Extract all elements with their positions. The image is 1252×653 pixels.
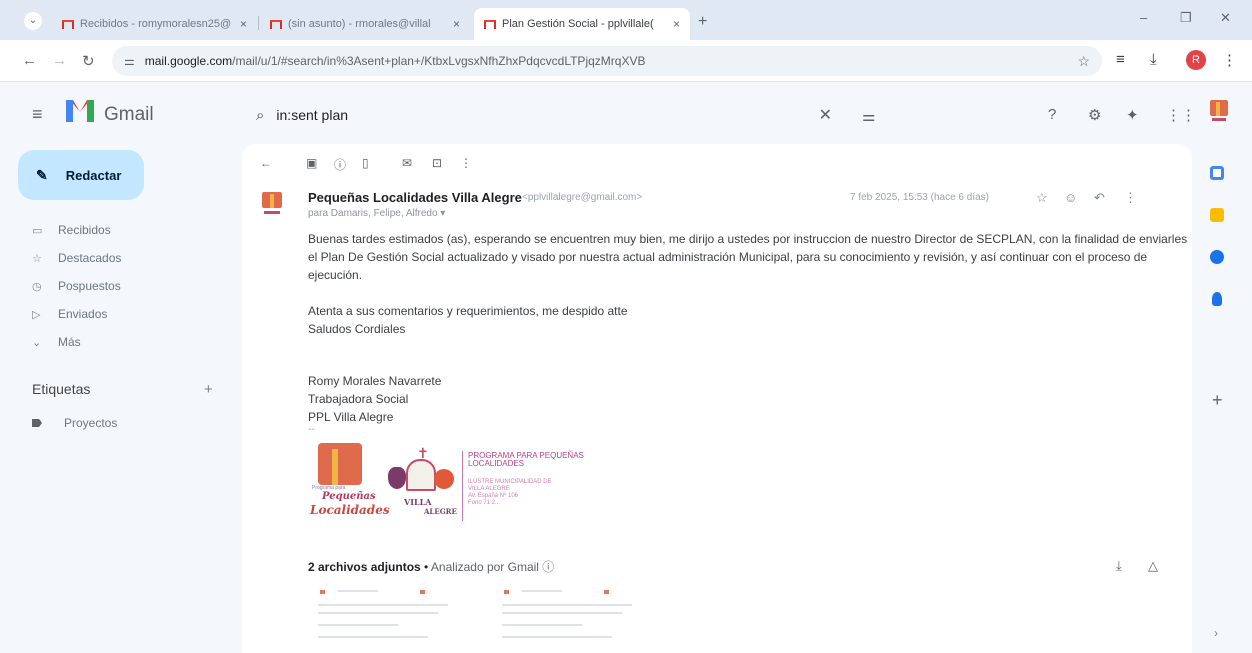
close-icon[interactable]: × <box>453 17 460 31</box>
fruit-icon <box>434 469 454 489</box>
gemini-sparkle-icon[interactable]: ✦ <box>1126 106 1139 124</box>
signature-logo: Programa para Pequeñas Localidades ✝ VIL… <box>310 439 620 523</box>
show-side-panel-icon[interactable]: › <box>1214 626 1218 640</box>
sidebar-item-mas[interactable]: ⌄ Más <box>0 328 240 356</box>
compose-button[interactable]: ✎ Redactar <box>18 150 144 200</box>
download-icon[interactable]: ⤓ <box>1150 51 1157 68</box>
settings-gear-icon[interactable]: ⚙ <box>1088 106 1101 124</box>
keep-icon[interactable] <box>1210 208 1224 222</box>
tasks-icon[interactable] <box>1210 250 1224 264</box>
help-icon[interactable]: ? <box>1048 106 1056 123</box>
clock-icon: ◷ <box>32 280 42 293</box>
attachment-thumbnail[interactable] <box>308 584 464 653</box>
reply-icon[interactable]: ↶ <box>1094 190 1105 206</box>
search-bar[interactable]: ⌕ in:sent plan ✕ <box>242 96 852 134</box>
grapes-icon <box>388 467 406 489</box>
download-all-icon[interactable]: ⤓ <box>1116 558 1122 574</box>
tab-sin-asunto[interactable]: (sin asunto) - rmorales@villal × <box>260 8 470 40</box>
star-message-icon[interactable]: ☆ <box>1036 190 1048 206</box>
move-to-icon[interactable]: ⊡ <box>432 156 442 170</box>
browser-tab-bar: ⌄ Recibidos - romymoralesn25@ × (sin asu… <box>0 0 1252 40</box>
search-icon[interactable]: ⌕ <box>256 107 264 124</box>
search-input[interactable]: in:sent plan <box>276 107 348 123</box>
sidebar-item-destacados[interactable]: ☆ Destacados <box>0 244 240 272</box>
search-options-icon[interactable]: ⚌ <box>862 107 875 125</box>
send-icon: ▷ <box>32 308 41 321</box>
labels-heading: Etiquetas <box>32 381 91 397</box>
attachment-thumbnail[interactable] <box>492 584 648 653</box>
account-logo-icon[interactable] <box>1210 100 1228 124</box>
add-label-icon[interactable]: + <box>204 381 213 398</box>
gmail-logo-icon[interactable] <box>66 100 94 122</box>
pequenas-localidades-logo: Programa para Pequeñas Localidades <box>310 439 390 519</box>
site-settings-icon[interactable]: ⚌ <box>124 54 135 68</box>
back-to-search-icon[interactable]: ← <box>260 156 272 170</box>
archive-icon[interactable]: ▣ <box>306 156 317 170</box>
more-options-icon[interactable]: ⋮ <box>460 156 472 170</box>
message-closing: Atenta a sus comentarios y requerimiento… <box>308 304 628 336</box>
logo-divider <box>462 451 463 521</box>
sender-avatar[interactable] <box>262 192 282 218</box>
gmail-header: ≡ Gmail ⌕ in:sent plan ✕ ⚌ ? ⚙ ✦ ⋮⋮ <box>0 82 1252 144</box>
star-icon: ☆ <box>32 252 42 265</box>
gmail-favicon-icon <box>270 19 282 29</box>
sidebar-item-pospuestos[interactable]: ◷ Pospuestos <box>0 272 240 300</box>
url-field[interactable]: ⚌ mail.google.com/mail/u/1/#search/in%3A… <box>112 46 1102 76</box>
delete-icon[interactable]: ▯ <box>362 156 369 170</box>
tab-recibidos[interactable]: Recibidos - romymoralesn25@ × <box>52 8 257 40</box>
message-more-icon[interactable]: ⋮ <box>1124 190 1137 206</box>
villa-alegre-logo: ✝ VILLA ALEGRE <box>384 445 457 521</box>
sender-name[interactable]: Pequeñas Localidades Villa Alegre <box>308 190 522 205</box>
new-tab-button[interactable]: + <box>698 13 707 31</box>
message-body: Buenas tardes estimados (as), esperando … <box>308 232 1188 282</box>
tab-plan-gestion-social[interactable]: Plan Gestión Social - pplvillale( × <box>474 8 690 40</box>
close-icon[interactable]: × <box>673 17 680 31</box>
close-icon[interactable]: × <box>240 17 247 31</box>
gmail-favicon-icon <box>484 19 496 29</box>
emoji-reaction-icon[interactable]: ☺ <box>1064 190 1077 205</box>
profile-avatar[interactable]: R <box>1186 50 1206 70</box>
attachments-header: 2 archivos adjuntos • Analizado por Gmai… <box>308 560 555 574</box>
pencil-icon: ✎ <box>36 166 48 183</box>
address-bar-row: ← → ↻ ⚌ mail.google.com/mail/u/1/#search… <box>0 40 1252 82</box>
chevron-down-icon: ⌄ <box>32 336 42 349</box>
get-addons-icon[interactable]: + <box>1212 390 1223 411</box>
message-pane: ← ▣ ⓘ ▯ ✉ ⊡ ⋮ Pequeñas Localidades Villa… <box>242 144 1192 653</box>
bookmark-star-icon[interactable]: ☆ <box>1077 53 1090 70</box>
label-tag-icon <box>32 419 42 427</box>
reload-icon[interactable]: ↻ <box>82 52 95 70</box>
sidebar-item-recibidos[interactable]: ▭ Recibidos <box>0 216 240 244</box>
forward-icon[interactable]: → <box>52 52 67 69</box>
sidebar-item-proyectos[interactable]: Proyectos <box>32 416 117 430</box>
church-icon <box>406 459 436 491</box>
recipients-line[interactable]: para Damaris, Felipe, Alfredo ▾ <box>308 208 445 219</box>
main-menu-icon[interactable]: ≡ <box>32 104 43 125</box>
inbox-icon: ▭ <box>32 224 43 237</box>
add-to-drive-icon[interactable]: △ <box>1148 558 1158 574</box>
back-icon[interactable]: ← <box>22 52 37 69</box>
tab-separator <box>258 16 259 30</box>
contacts-icon[interactable] <box>1212 292 1222 306</box>
report-spam-icon[interactable]: ⓘ <box>334 156 346 173</box>
minimize-icon[interactable]: – <box>1140 10 1147 25</box>
mark-unread-icon[interactable]: ✉ <box>402 156 412 170</box>
clear-search-icon[interactable]: ✕ <box>819 105 832 125</box>
signature: Romy Morales Navarrete Trabajadora Socia… <box>308 374 442 424</box>
side-panel-rail: + › <box>1192 144 1252 653</box>
gmail-wordmark[interactable]: Gmail <box>104 104 154 126</box>
browser-menu-icon[interactable]: ⋮ <box>1222 51 1237 69</box>
reading-list-icon[interactable]: ≡ <box>1116 51 1125 68</box>
message-date: 7 feb 2025, 15:53 (hace 6 días) <box>850 192 989 203</box>
calendar-icon[interactable] <box>1210 166 1224 180</box>
municipality-address: ILUSTRE MUNICIPALIDAD DE VILLA ALEGRE Av… <box>468 479 552 506</box>
restore-icon[interactable]: ❐ <box>1180 10 1192 26</box>
signature-separator: -- <box>308 424 315 435</box>
sender-email: <pplvillalegre@gmail.com> <box>522 192 643 203</box>
apps-grid-icon[interactable]: ⋮⋮ <box>1166 106 1196 124</box>
sidebar-nav: ▭ Recibidos ☆ Destacados ◷ Pospuestos ▷ … <box>0 216 240 356</box>
tab-search-icon[interactable]: ⌄ <box>24 12 42 30</box>
sidebar-item-enviados[interactable]: ▷ Enviados <box>0 300 240 328</box>
gmail-favicon-icon <box>62 19 74 29</box>
window-close-icon[interactable]: ✕ <box>1220 10 1231 26</box>
